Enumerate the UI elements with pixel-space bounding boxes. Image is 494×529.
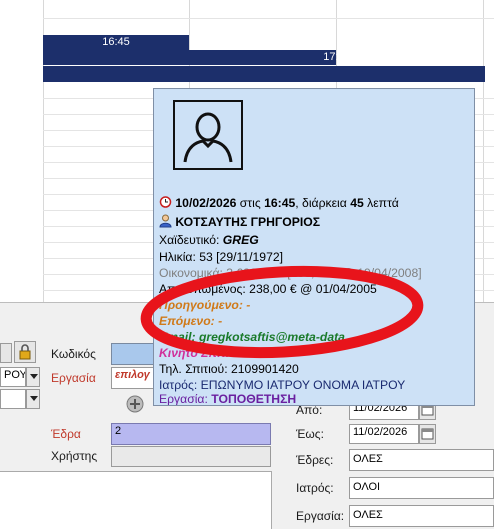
left-combo-2[interactable] [0,389,26,409]
work2-value: ΟΛΕΣ [353,509,383,521]
to-label: Έως: [296,427,324,441]
work-value: ΤΟΠΟΘΕΤΗΣΗ [211,392,297,406]
code-field[interactable] [111,343,155,365]
appointment-time: 16:45 [102,36,130,48]
next-line: Επόμενο: - [159,314,223,328]
minutes-word: λεπτά [367,196,399,210]
notes-area[interactable] [0,471,272,529]
duration-value: 45 [350,196,364,210]
at-word: στις [239,196,261,210]
seat-field[interactable]: 2 [111,423,271,445]
calendar-icon [421,428,434,440]
work-line: Εργασία: ΤΟΠΟΘΕΤΗΣΗ [159,392,297,406]
mobile-line: Κινητό Σπιτ: 6941 [159,346,261,360]
user-silhouette-icon [183,112,233,163]
lock-icon [19,344,31,360]
age-line: Ηλικία: 53 [29/11/1972] [159,250,284,264]
email-line: Email: gregkotsaftis@meta-data [159,330,345,344]
lock-button[interactable] [14,341,36,363]
work-label: Εργασία [51,371,96,385]
appointment-time: 16:45 [264,196,296,210]
work2-combo[interactable]: ΟΛΕΣ [349,505,494,527]
nickname-line: Χαϊδευτικό: GREG [159,233,259,248]
patient-name: ΚΟΤΣΑΥΤΗΣ ΓΡΗΓΟΡΙΟΣ [175,215,321,229]
avatar [173,100,243,170]
grid-line [483,0,484,302]
to-calendar-button[interactable] [419,424,436,444]
seats-combo[interactable]: ΟΛΕΣ [349,449,494,471]
alarm-clock-icon [159,196,172,208]
left-combo-dropdown[interactable] [26,367,40,387]
grid-line [43,18,494,19]
patient-name-line: ΚΟΤΣΑΥΤΗΣ ΓΡΗΓΟΡΙΟΣ [159,214,320,230]
code-label: Κωδικός [51,347,96,361]
doctor-value: ΟΛΟΙ [353,481,381,493]
left-combo[interactable]: ΡΟΥ [0,367,26,387]
seat-value: 2 [115,425,122,437]
to-date-value: 11/02/2026 [353,426,408,438]
home-phone-line: Τηλ. Σπιτιού: 2109901420 [159,362,299,376]
financial-line: Οικονομικά: 3.636,00 € [238,00 € @ 19/04… [159,266,422,280]
doctor-label: Ιατρός: [296,481,334,495]
appointment-block[interactable]: 16:45 [43,35,189,50]
work2-label: Εργασία: [296,509,345,523]
appointment-tooltip: 10/02/2026 στις 16:45, διάρκεια 45 λεπτά… [153,88,475,406]
nickname-value: GREG [222,233,259,247]
to-date-field[interactable]: 11/02/2026 [349,424,419,444]
appointment-block[interactable] [43,50,189,65]
left-combo-2-dropdown[interactable] [26,389,40,409]
user-label: Χρήστης [51,449,98,463]
seats-value: ΟΛΕΣ [353,453,383,465]
add-icon [126,395,144,413]
seat-label: Έδρα [51,427,81,441]
appointment-block[interactable]: 17:00 [189,50,485,65]
patient-icon [159,214,172,228]
doctor-combo[interactable]: ΟΛΟΙ [349,477,494,499]
duration-word: , διάρκεια [295,196,347,210]
work-label: Εργασία: [159,392,208,406]
previous-line: Προηγούμενο: - [159,298,251,312]
remaining-line: Αποτυπωμένος: 238,00 € @ 01/04/2005 [159,282,377,296]
seats-label: Έδρες: [296,453,334,467]
add-work-button[interactable] [124,393,146,415]
date-line: 10/02/2026 στις 16:45, διάρκεια 45 λεπτά [159,195,399,211]
appointment-time: 17:00 [323,51,351,63]
work-placeholder: επιλογ [115,369,150,381]
appointment-date: 10/02/2026 [175,196,237,210]
appointment-block[interactable] [43,66,189,82]
nickname-label: Χαϊδευτικό: [159,233,220,247]
doctor-line: Ιατρός: ΕΠΩΝΥΜΟ ΙΑΤΡΟΥ ΟΝΟΜΑ ΙΑΤΡΟΥ [159,378,406,392]
nav-button[interactable] [0,343,12,363]
user-field [111,446,271,467]
left-combo-value: ΡΟΥ [4,369,26,381]
appointment-block[interactable] [189,66,485,82]
work-field[interactable]: επιλογ [111,367,155,389]
